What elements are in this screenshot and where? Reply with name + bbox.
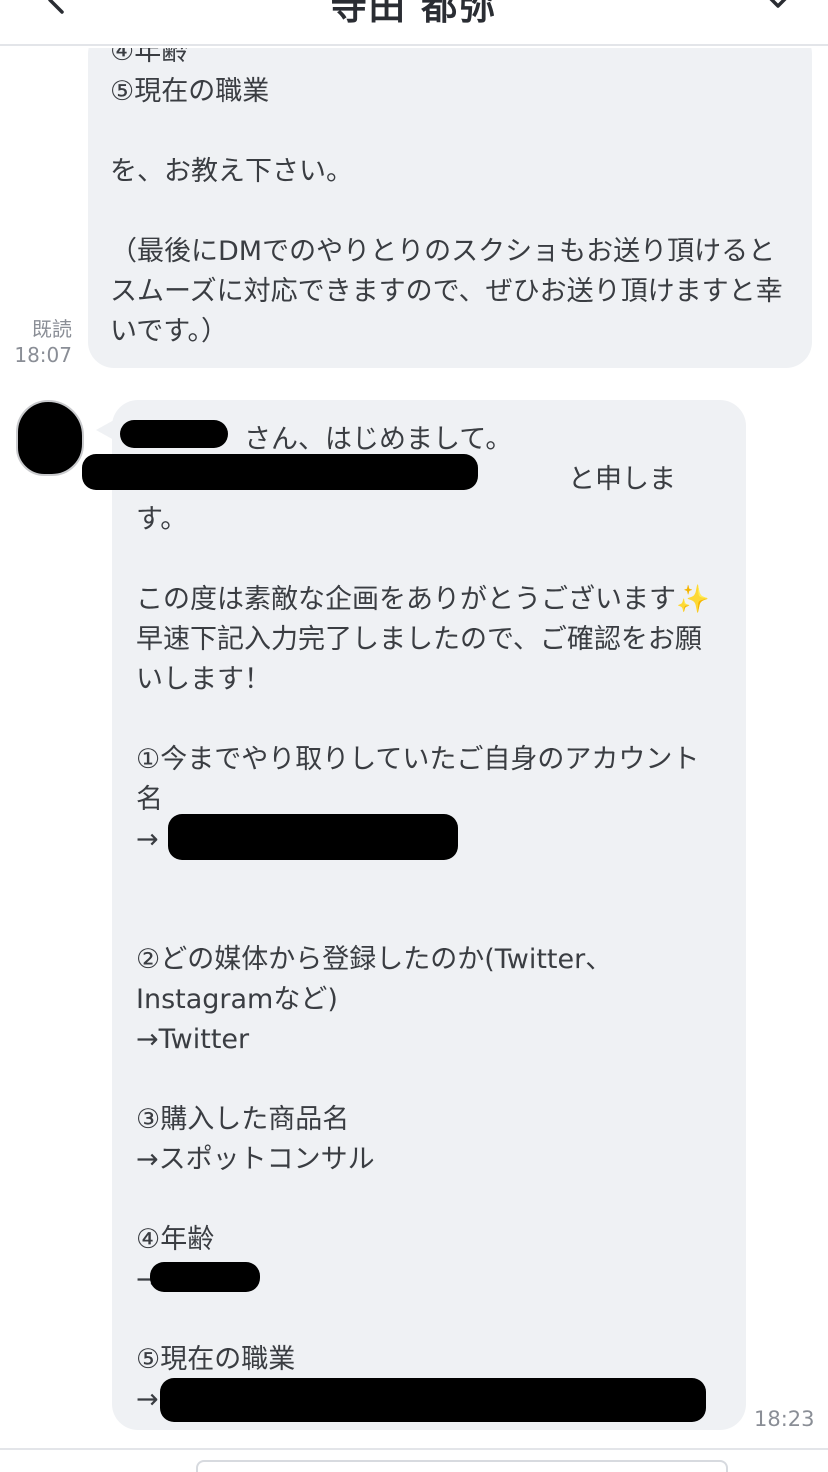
sent-message-bubble[interactable]: ④年齢 ⑤現在の職業 を、お教え下さい。 （最後にDMでのやりとりのスクショもお… (88, 48, 812, 368)
redaction-mark (168, 814, 458, 860)
read-receipt: 既読 (32, 317, 72, 341)
chat-title: 寺田 都弥 (330, 0, 498, 28)
redaction-mark (160, 1378, 706, 1422)
message-input-bar (0, 1448, 828, 1472)
redaction-mark (120, 420, 228, 448)
received-timestamp: 18:23 (754, 1407, 815, 1431)
redaction-mark (82, 454, 478, 490)
message-input[interactable] (196, 1460, 728, 1472)
sent-message-meta: 既読 18:07 (10, 316, 72, 368)
chat-header: 寺田 都弥 (0, 0, 828, 46)
sent-timestamp: 18:07 (14, 343, 72, 367)
avatar[interactable] (16, 400, 84, 476)
message-list[interactable]: ④年齢 ⑤現在の職業 を、お教え下さい。 （最後にDMでのやりとりのスクショもお… (0, 48, 828, 1448)
chevron-down-icon[interactable] (758, 0, 798, 16)
redaction-mark (150, 1262, 260, 1292)
